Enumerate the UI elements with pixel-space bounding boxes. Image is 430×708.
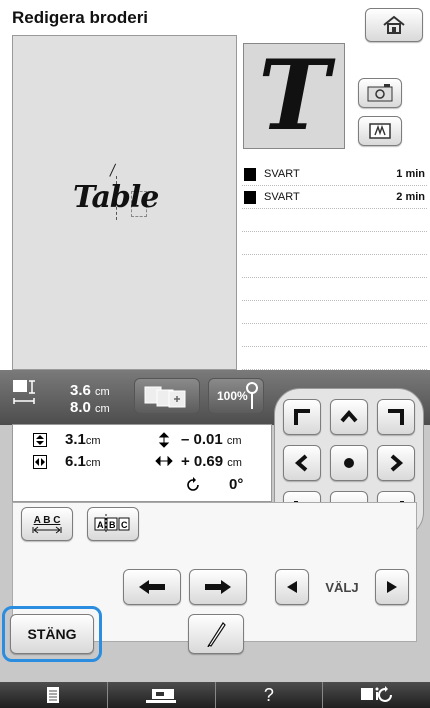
home-button[interactable] bbox=[365, 8, 423, 42]
sewing-machine-icon bbox=[146, 689, 177, 703]
line-alignment-button[interactable]: ABC bbox=[87, 507, 139, 541]
letter-thumbnail: T bbox=[243, 43, 345, 149]
pen-icon bbox=[207, 622, 226, 647]
center-dot-icon bbox=[344, 458, 354, 468]
page-title: Redigera broderi bbox=[12, 8, 149, 27]
y-position-unit: cm bbox=[85, 435, 101, 447]
embroidery-preview[interactable]: Table bbox=[12, 35, 237, 370]
list-empty-row bbox=[242, 278, 427, 301]
triangle-left-icon bbox=[287, 581, 297, 593]
x-position-value: 6.1 bbox=[65, 453, 86, 470]
list-empty-row bbox=[242, 232, 427, 255]
width-value: 8.0 bbox=[70, 399, 91, 416]
help-tab[interactable]: ? bbox=[216, 682, 324, 708]
move-up-button[interactable] bbox=[330, 399, 368, 435]
list-empty-row bbox=[242, 324, 427, 347]
color-swatch bbox=[244, 190, 256, 204]
zoom-button[interactable]: 100% bbox=[208, 378, 264, 414]
help-icon: ? bbox=[263, 684, 274, 705]
move-up-right-button[interactable] bbox=[377, 399, 415, 435]
edit-panel: 3.6 cm 8.0 cm 100% 3.1cm 6.1cm – 0.01 cm… bbox=[0, 370, 430, 682]
list-empty-row bbox=[242, 255, 427, 278]
stitch-time: 2 min bbox=[396, 191, 425, 203]
list-item: SVART 2 min bbox=[242, 186, 427, 209]
vertical-offset-value: – 0.01 bbox=[181, 431, 223, 448]
move-right-button[interactable] bbox=[377, 445, 415, 481]
chevron-left-icon bbox=[294, 454, 308, 472]
position-info: 3.1cm 6.1cm – 0.01 cm + 0.69 cm 0° bbox=[12, 424, 272, 502]
triangle-right-icon bbox=[387, 581, 397, 593]
list-empty-row bbox=[242, 301, 427, 324]
chevron-right-icon bbox=[390, 454, 404, 472]
embroidery-text: Table bbox=[73, 180, 159, 215]
thumbnail-letter: T bbox=[258, 39, 330, 152]
center-button[interactable] bbox=[330, 445, 368, 481]
letter-spacing-label: A B C bbox=[33, 514, 61, 526]
select-label: VÄLJ bbox=[325, 580, 359, 595]
stitch-time: 1 min bbox=[396, 168, 425, 180]
settings-icon bbox=[360, 686, 392, 702]
arrow-right-icon bbox=[205, 580, 231, 594]
svg-text:A: A bbox=[97, 520, 104, 530]
move-left-button[interactable] bbox=[283, 445, 321, 481]
rotate-icon bbox=[187, 477, 199, 491]
size-icon bbox=[13, 380, 35, 404]
svg-text:C: C bbox=[121, 520, 128, 530]
horizontal-offset-value: + 0.69 bbox=[181, 453, 224, 470]
vertical-offset-unit: cm bbox=[226, 435, 242, 447]
document-icon bbox=[47, 687, 60, 703]
svg-text:B: B bbox=[109, 520, 116, 530]
color-name: SVART bbox=[264, 191, 300, 203]
x-position-unit: cm bbox=[85, 457, 101, 469]
list-empty-row bbox=[242, 347, 427, 370]
arrow-left-icon bbox=[139, 580, 165, 594]
size-readout: 3.6 cm 8.0 cm bbox=[70, 383, 110, 417]
letter-spacing-button[interactable]: A B C bbox=[21, 507, 73, 541]
multi-frame-button[interactable] bbox=[134, 378, 200, 414]
vertical-offset-icon bbox=[159, 432, 169, 448]
camera-icon bbox=[367, 84, 393, 102]
document-tab[interactable] bbox=[0, 682, 108, 708]
frame-button[interactable] bbox=[358, 116, 402, 146]
height-unit: cm bbox=[95, 386, 110, 398]
move-up-left-button[interactable] bbox=[283, 399, 321, 435]
vertical-position-icon bbox=[33, 433, 47, 447]
close-button[interactable]: STÄNG bbox=[10, 614, 94, 654]
move-right-arrow-button[interactable] bbox=[189, 569, 247, 605]
horizontal-offset-unit: cm bbox=[227, 457, 242, 469]
camera-button[interactable] bbox=[358, 78, 402, 108]
close-label: STÄNG bbox=[27, 626, 77, 642]
corner-up-left-icon bbox=[294, 409, 310, 425]
list-item: SVART 1 min bbox=[242, 163, 427, 186]
zoom-value: 100% bbox=[217, 389, 248, 403]
move-left-arrow-button[interactable] bbox=[123, 569, 181, 605]
home-icon bbox=[383, 15, 405, 34]
frame-icon bbox=[369, 123, 391, 139]
magnifier-icon bbox=[246, 382, 258, 409]
needle-marker bbox=[109, 163, 120, 179]
horizontal-position-icon bbox=[33, 455, 47, 469]
color-name: SVART bbox=[264, 168, 300, 180]
bottom-toolbar: ? bbox=[0, 682, 430, 708]
corner-up-right-icon bbox=[388, 409, 404, 425]
alignment-icon: ABC bbox=[94, 514, 130, 534]
select-next-button[interactable] bbox=[375, 569, 409, 605]
select-prev-button[interactable] bbox=[275, 569, 309, 605]
thread-color-list: SVART 1 min SVART 2 min bbox=[242, 163, 427, 370]
pen-button[interactable] bbox=[188, 614, 244, 654]
height-value: 3.6 bbox=[70, 382, 91, 399]
width-arrow-icon bbox=[32, 526, 62, 533]
color-swatch bbox=[244, 167, 256, 181]
sewing-machine-tab[interactable] bbox=[108, 682, 216, 708]
list-empty-row bbox=[242, 209, 427, 232]
chevron-up-icon bbox=[340, 409, 358, 423]
settings-tab[interactable] bbox=[323, 682, 430, 708]
y-position-value: 3.1 bbox=[65, 431, 86, 448]
width-unit: cm bbox=[95, 403, 110, 415]
rotation-value: 0° bbox=[229, 476, 244, 493]
horizontal-offset-icon bbox=[155, 456, 173, 466]
multi-frame-icon bbox=[144, 386, 186, 408]
